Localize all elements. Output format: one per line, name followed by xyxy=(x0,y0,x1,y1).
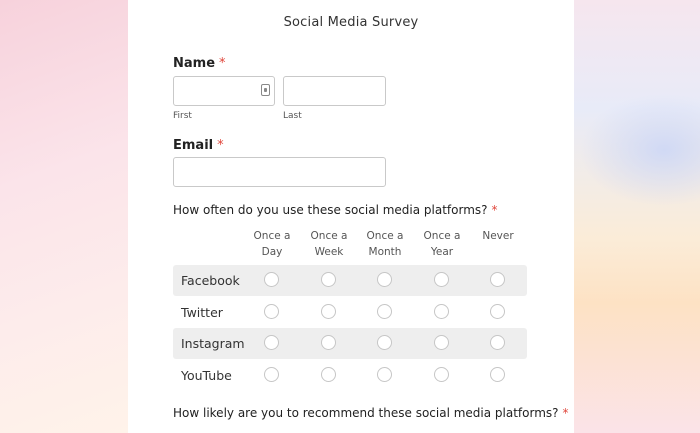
column-header-month: Once a Month xyxy=(355,228,415,260)
radio-once-a-day[interactable] xyxy=(264,272,279,287)
radio-never[interactable] xyxy=(490,272,505,287)
name-label: Name * xyxy=(173,56,226,71)
usage-question-text: How often do you use these social media … xyxy=(173,203,488,217)
column-header-line2: Year xyxy=(430,246,454,258)
background-left xyxy=(0,0,128,433)
column-header-line2: Never xyxy=(482,230,514,242)
required-mark: * xyxy=(217,138,224,153)
first-name-sublabel: First xyxy=(173,111,192,121)
column-header-day: Once a Day xyxy=(242,228,302,260)
radio-never[interactable] xyxy=(490,335,505,350)
email-label: Email * xyxy=(173,138,224,153)
email-input[interactable] xyxy=(173,157,386,187)
radio-once-a-day[interactable] xyxy=(264,335,279,350)
radio-once-a-month[interactable] xyxy=(377,304,392,319)
column-header-line2: Month xyxy=(368,246,402,258)
matrix-row-twitter: Twitter xyxy=(173,297,527,328)
contact-card-icon[interactable] xyxy=(261,84,270,96)
matrix-row-facebook: Facebook xyxy=(173,265,527,296)
column-header-line1: Once a xyxy=(423,230,461,242)
row-label: Facebook xyxy=(181,273,240,288)
survey-form: Social Media Survey Name * First Last Ema… xyxy=(128,0,574,433)
form-title: Social Media Survey xyxy=(283,15,419,30)
radio-once-a-day[interactable] xyxy=(264,304,279,319)
column-header-week: Once a Week xyxy=(299,228,359,260)
recommend-question-text: How likely are you to recommend these so… xyxy=(173,406,559,420)
radio-once-a-week[interactable] xyxy=(321,335,336,350)
radio-once-a-month[interactable] xyxy=(377,367,392,382)
radio-once-a-year[interactable] xyxy=(434,304,449,319)
radio-once-a-year[interactable] xyxy=(434,272,449,287)
matrix-row-youtube: YouTube xyxy=(173,360,527,391)
radio-once-a-year[interactable] xyxy=(434,367,449,382)
radio-never[interactable] xyxy=(490,304,505,319)
email-label-text: Email xyxy=(173,138,214,153)
usage-question: How often do you use these social media … xyxy=(173,203,498,217)
radio-once-a-week[interactable] xyxy=(321,304,336,319)
radio-never[interactable] xyxy=(490,367,505,382)
radio-once-a-week[interactable] xyxy=(321,272,336,287)
last-name-sublabel: Last xyxy=(283,111,302,121)
row-label: YouTube xyxy=(181,368,232,383)
radio-once-a-week[interactable] xyxy=(321,367,336,382)
column-header-line1: Once a xyxy=(253,230,291,242)
row-label: Twitter xyxy=(181,305,223,320)
first-name-input[interactable] xyxy=(173,76,275,106)
column-header-line1: Once a xyxy=(310,230,348,242)
radio-once-a-year[interactable] xyxy=(434,335,449,350)
column-header-year: Once a Year xyxy=(412,228,472,260)
recommend-question: How likely are you to recommend these so… xyxy=(173,406,569,420)
column-header-line2: Week xyxy=(314,246,344,258)
radio-once-a-month[interactable] xyxy=(377,335,392,350)
row-label: Instagram xyxy=(181,336,245,351)
required-mark: * xyxy=(491,203,498,217)
name-label-text: Name xyxy=(173,56,216,71)
radio-once-a-month[interactable] xyxy=(377,272,392,287)
radio-once-a-day[interactable] xyxy=(264,367,279,382)
matrix-row-instagram: Instagram xyxy=(173,328,527,359)
column-header-line1: Once a xyxy=(366,230,404,242)
last-name-input[interactable] xyxy=(283,76,386,106)
background-right xyxy=(574,0,700,433)
required-mark: * xyxy=(562,406,569,420)
column-header-line2: Day xyxy=(261,246,283,258)
column-header-never: Never xyxy=(468,228,528,244)
required-mark: * xyxy=(219,56,226,71)
